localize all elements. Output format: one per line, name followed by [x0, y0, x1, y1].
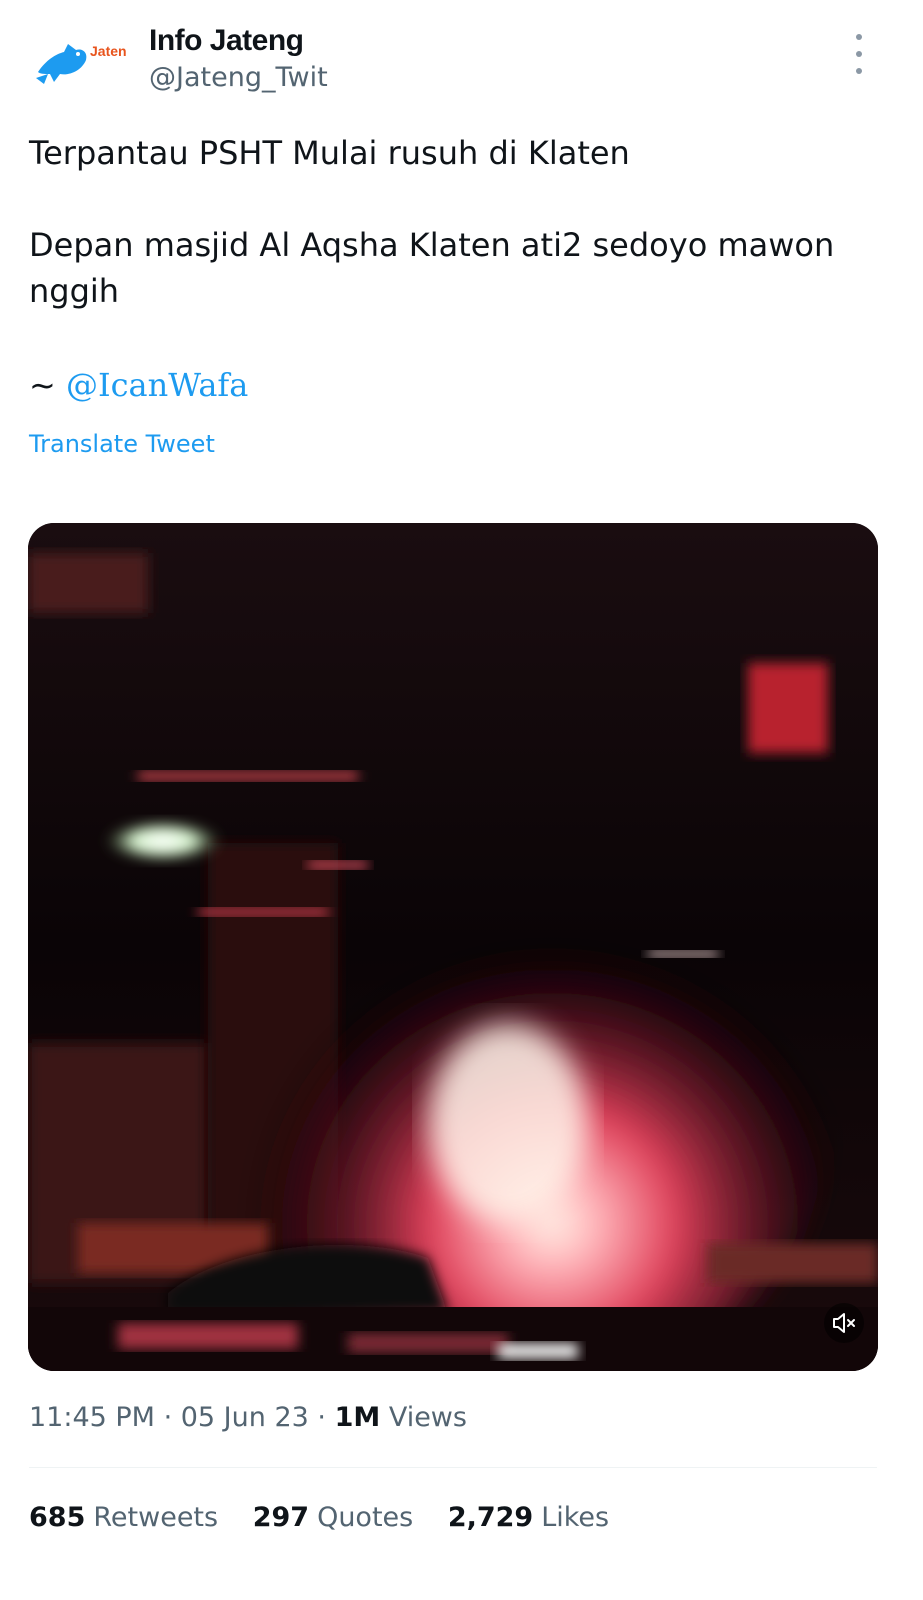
tweet-header: Jateng Info Jateng @Jateng_Twit	[0, 0, 923, 120]
retweets-label: Retweets	[93, 1502, 219, 1533]
credit-line: ~ @IcanWafa	[29, 362, 248, 408]
tweet-line-2: Depan masjid Al Aqsha Klaten ati2 sedoyo…	[29, 226, 835, 310]
more-options-button[interactable]	[846, 34, 872, 74]
quotes-label: Quotes	[317, 1502, 414, 1533]
video-player[interactable]	[28, 523, 878, 1371]
retweets-stat[interactable]: 685 Retweets	[29, 1502, 218, 1533]
tweet-time[interactable]: 11:45 PM	[29, 1402, 155, 1433]
tweet-metadata: 11:45 PM · 05 Jun 23 · 1M Views	[29, 1402, 467, 1433]
credit-prefix: ~	[29, 366, 66, 404]
author-display-name[interactable]: Info Jateng	[149, 24, 304, 58]
mute-toggle-button[interactable]	[824, 1303, 864, 1343]
likes-count: 2,729	[447, 1502, 534, 1533]
engagement-stats: 685 Retweets 297 Quotes 2,729 Likes	[29, 1502, 635, 1533]
views-label: Views	[388, 1402, 467, 1433]
more-dot	[856, 68, 862, 74]
volume-muted-icon	[824, 1303, 864, 1343]
tweet-line-1: Terpantau PSHT Mulai rusuh di Klaten	[29, 134, 630, 172]
likes-stat[interactable]: 2,729 Likes	[448, 1502, 609, 1533]
divider	[29, 1467, 877, 1468]
author-handle[interactable]: @Jateng_Twit	[149, 62, 328, 93]
tweet-date[interactable]: 05 Jun 23	[181, 1402, 309, 1433]
svg-text:Jateng: Jateng	[90, 43, 126, 59]
mention-link[interactable]: @IcanWafa	[66, 366, 248, 404]
quotes-stat[interactable]: 297 Quotes	[253, 1502, 414, 1533]
meta-separator: ·	[154, 1402, 181, 1433]
tweet-text: Terpantau PSHT Mulai rusuh di Klaten Dep…	[29, 130, 899, 314]
retweets-count: 685	[29, 1502, 86, 1533]
translate-tweet-link[interactable]: Translate Tweet	[29, 430, 215, 458]
quotes-count: 297	[252, 1502, 310, 1533]
more-dot	[856, 51, 862, 57]
meta-separator: ·	[308, 1402, 335, 1433]
views-count: 1M	[334, 1402, 381, 1433]
likes-label: Likes	[541, 1502, 610, 1533]
bird-logo-icon: Jateng	[36, 43, 135, 84]
avatar[interactable]: Jateng	[30, 30, 135, 94]
more-vertical-icon	[856, 34, 862, 40]
video-frame	[28, 523, 878, 1371]
